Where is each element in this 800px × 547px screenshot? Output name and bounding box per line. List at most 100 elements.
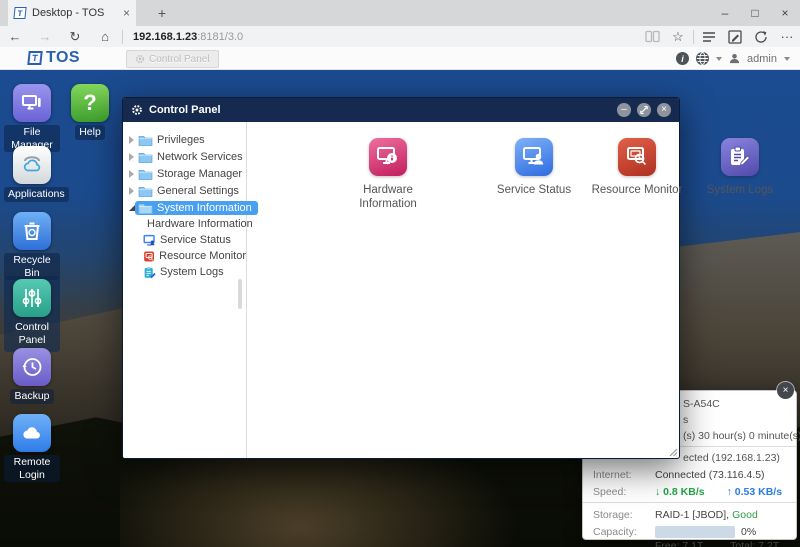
- app-system-logs[interactable]: System Logs: [690, 138, 790, 197]
- browser-minimize-button[interactable]: –: [710, 0, 740, 26]
- tree-item-resource-monitor[interactable]: Resource Monitor: [123, 248, 246, 264]
- browser-toolbar: ← → ↻ ⌂ 192.168.1.23 :8181/3.0 ☆ ···: [0, 26, 800, 47]
- window-resize-button[interactable]: [637, 103, 651, 117]
- folder-icon: [138, 135, 153, 146]
- tos-logo-text: TOS: [46, 49, 81, 66]
- tree-item-system-logs[interactable]: System Logs: [123, 264, 246, 280]
- caret-collapsed-icon[interactable]: [129, 186, 134, 195]
- window-titlebar[interactable]: Control Panel – ×: [123, 98, 679, 122]
- desktop-icon-applications[interactable]: Applications: [4, 146, 69, 202]
- browser-maximize-button[interactable]: □: [740, 0, 770, 26]
- tree-item-label: System Information: [157, 201, 252, 214]
- refresh-icon[interactable]: ↻: [60, 29, 90, 45]
- speed-row: Speed: ↓ 0.8 KB/s ↑ 0.53 KB/s: [583, 483, 796, 500]
- address-bar[interactable]: 192.168.1.23 :8181/3.0: [125, 26, 639, 47]
- desktop-icon-help[interactable]: ? Help: [62, 84, 118, 140]
- storage-health-status: Good: [732, 508, 758, 521]
- remote-login-icon: [13, 414, 51, 452]
- web-note-icon[interactable]: [722, 29, 748, 44]
- folder-icon: [138, 152, 153, 163]
- forward-icon[interactable]: →: [30, 29, 60, 44]
- capacity-percent: 0%: [741, 525, 757, 538]
- more-options-icon[interactable]: ···: [774, 29, 800, 44]
- username-label[interactable]: admin: [747, 53, 777, 65]
- file-manager-icon: [13, 84, 51, 122]
- internet-value: Connected (73.116.4.5): [655, 468, 765, 481]
- info-icon[interactable]: i: [676, 52, 690, 65]
- storage-row: Storage: RAID-1 [JBOD], Good: [583, 506, 796, 523]
- tos-logo-icon: T: [27, 51, 43, 65]
- home-icon[interactable]: ⌂: [90, 29, 120, 44]
- free-space: Free: 7.1T,: [655, 540, 706, 547]
- download-arrow-icon: ↓: [655, 485, 661, 498]
- app-label: System Logs: [706, 184, 774, 196]
- screen: T Desktop - TOS × + – □ × ← → ↻ ⌂ 192.16…: [0, 0, 800, 547]
- capacity-detail-row: Free: 7.1T, Total: 7.2T: [583, 540, 796, 547]
- capacity-label: Capacity:: [593, 525, 637, 538]
- tree-item-storage-manager[interactable]: Storage Manager: [123, 165, 246, 182]
- language-globe-icon[interactable]: [696, 52, 710, 65]
- window-resize-gripper[interactable]: [667, 446, 678, 457]
- popup-close-icon[interactable]: ×: [777, 382, 794, 399]
- app-hardware-information[interactable]: Hardware Information: [348, 138, 428, 212]
- tree-item-label: Privileges: [157, 133, 205, 146]
- system-logs-icon: [144, 266, 156, 278]
- app-service-status[interactable]: Service Status: [484, 138, 584, 197]
- tree-item-label: Hardware Information: [147, 218, 253, 230]
- recycle-bin-icon: [13, 212, 51, 250]
- desktop-icon-backup[interactable]: Backup: [4, 348, 60, 404]
- favorites-star-icon[interactable]: ☆: [665, 29, 691, 45]
- tree-item-label: General Settings: [157, 184, 239, 197]
- gear-icon: [132, 105, 142, 115]
- desktop-icon-recycle-bin[interactable]: Recycle Bin: [4, 212, 60, 281]
- desktop-icon-label: Remote Login: [4, 455, 60, 483]
- back-icon[interactable]: ←: [0, 29, 30, 44]
- browser-tab[interactable]: T Desktop - TOS ×: [8, 0, 136, 26]
- window-minimize-button[interactable]: –: [617, 103, 631, 117]
- control-panel-window: Control Panel – × Privileges Network Ser…: [122, 97, 773, 459]
- new-tab-button[interactable]: +: [148, 0, 176, 26]
- storage-value: RAID-1 [JBOD],: [655, 508, 730, 521]
- gear-icon: [136, 55, 144, 63]
- tree-scrollbar-thumb[interactable]: [238, 279, 242, 309]
- desktop-icon-remote-login[interactable]: Remote Login: [4, 414, 60, 483]
- app-resource-monitor[interactable]: Resource Monitor: [587, 138, 687, 197]
- desktop-icon-file-manager[interactable]: File Manager: [4, 84, 60, 153]
- tree-item-system-information[interactable]: System Information: [123, 199, 258, 216]
- storage-label: Storage:: [593, 508, 633, 521]
- tree-item-network-services[interactable]: Network Services: [123, 148, 246, 165]
- tab-title: Desktop - TOS: [32, 7, 105, 19]
- window-close-button[interactable]: ×: [657, 103, 671, 117]
- folder-icon: [138, 169, 153, 180]
- capacity-row: Capacity: 0%: [583, 523, 796, 540]
- folder-icon: [138, 186, 153, 197]
- hardware-information-icon: [369, 138, 407, 176]
- tab-close-icon[interactable]: ×: [123, 6, 130, 20]
- hub-icon[interactable]: [696, 31, 722, 43]
- chevron-down-icon[interactable]: [784, 56, 790, 61]
- speed-label: Speed:: [593, 485, 627, 498]
- tree-item-label: Storage Manager: [157, 167, 242, 180]
- desktop-icon-label: Backup: [10, 389, 54, 404]
- caret-collapsed-icon[interactable]: [129, 152, 134, 161]
- tree-item-general-settings[interactable]: General Settings: [123, 182, 246, 199]
- taskbar-tab-control-panel[interactable]: Control Panel: [126, 50, 219, 68]
- reading-view-icon[interactable]: [639, 30, 665, 43]
- desktop-icon-label: Help: [75, 125, 105, 140]
- popup-divider: [583, 502, 796, 503]
- tree-item-service-status[interactable]: Service Status: [123, 232, 246, 248]
- caret-collapsed-icon[interactable]: [129, 135, 134, 144]
- folder-icon: [138, 203, 153, 214]
- chevron-down-icon[interactable]: [716, 56, 723, 61]
- share-icon[interactable]: [748, 30, 774, 44]
- tree-item-hardware-information[interactable]: Hardware Information: [123, 216, 253, 232]
- app-label: Resource Monitor: [591, 184, 683, 196]
- selected-tree-item: System Information: [135, 200, 258, 215]
- tos-favicon-icon: T: [13, 7, 27, 19]
- tree-item-label: Network Services: [157, 150, 243, 163]
- caret-collapsed-icon[interactable]: [129, 169, 134, 178]
- settings-tree: Privileges Network Services Storage Mana…: [123, 122, 258, 458]
- tree-item-privileges[interactable]: Privileges: [123, 131, 246, 148]
- desktop-icon-control-panel[interactable]: Control Panel: [4, 276, 60, 352]
- browser-close-button[interactable]: ×: [770, 0, 800, 26]
